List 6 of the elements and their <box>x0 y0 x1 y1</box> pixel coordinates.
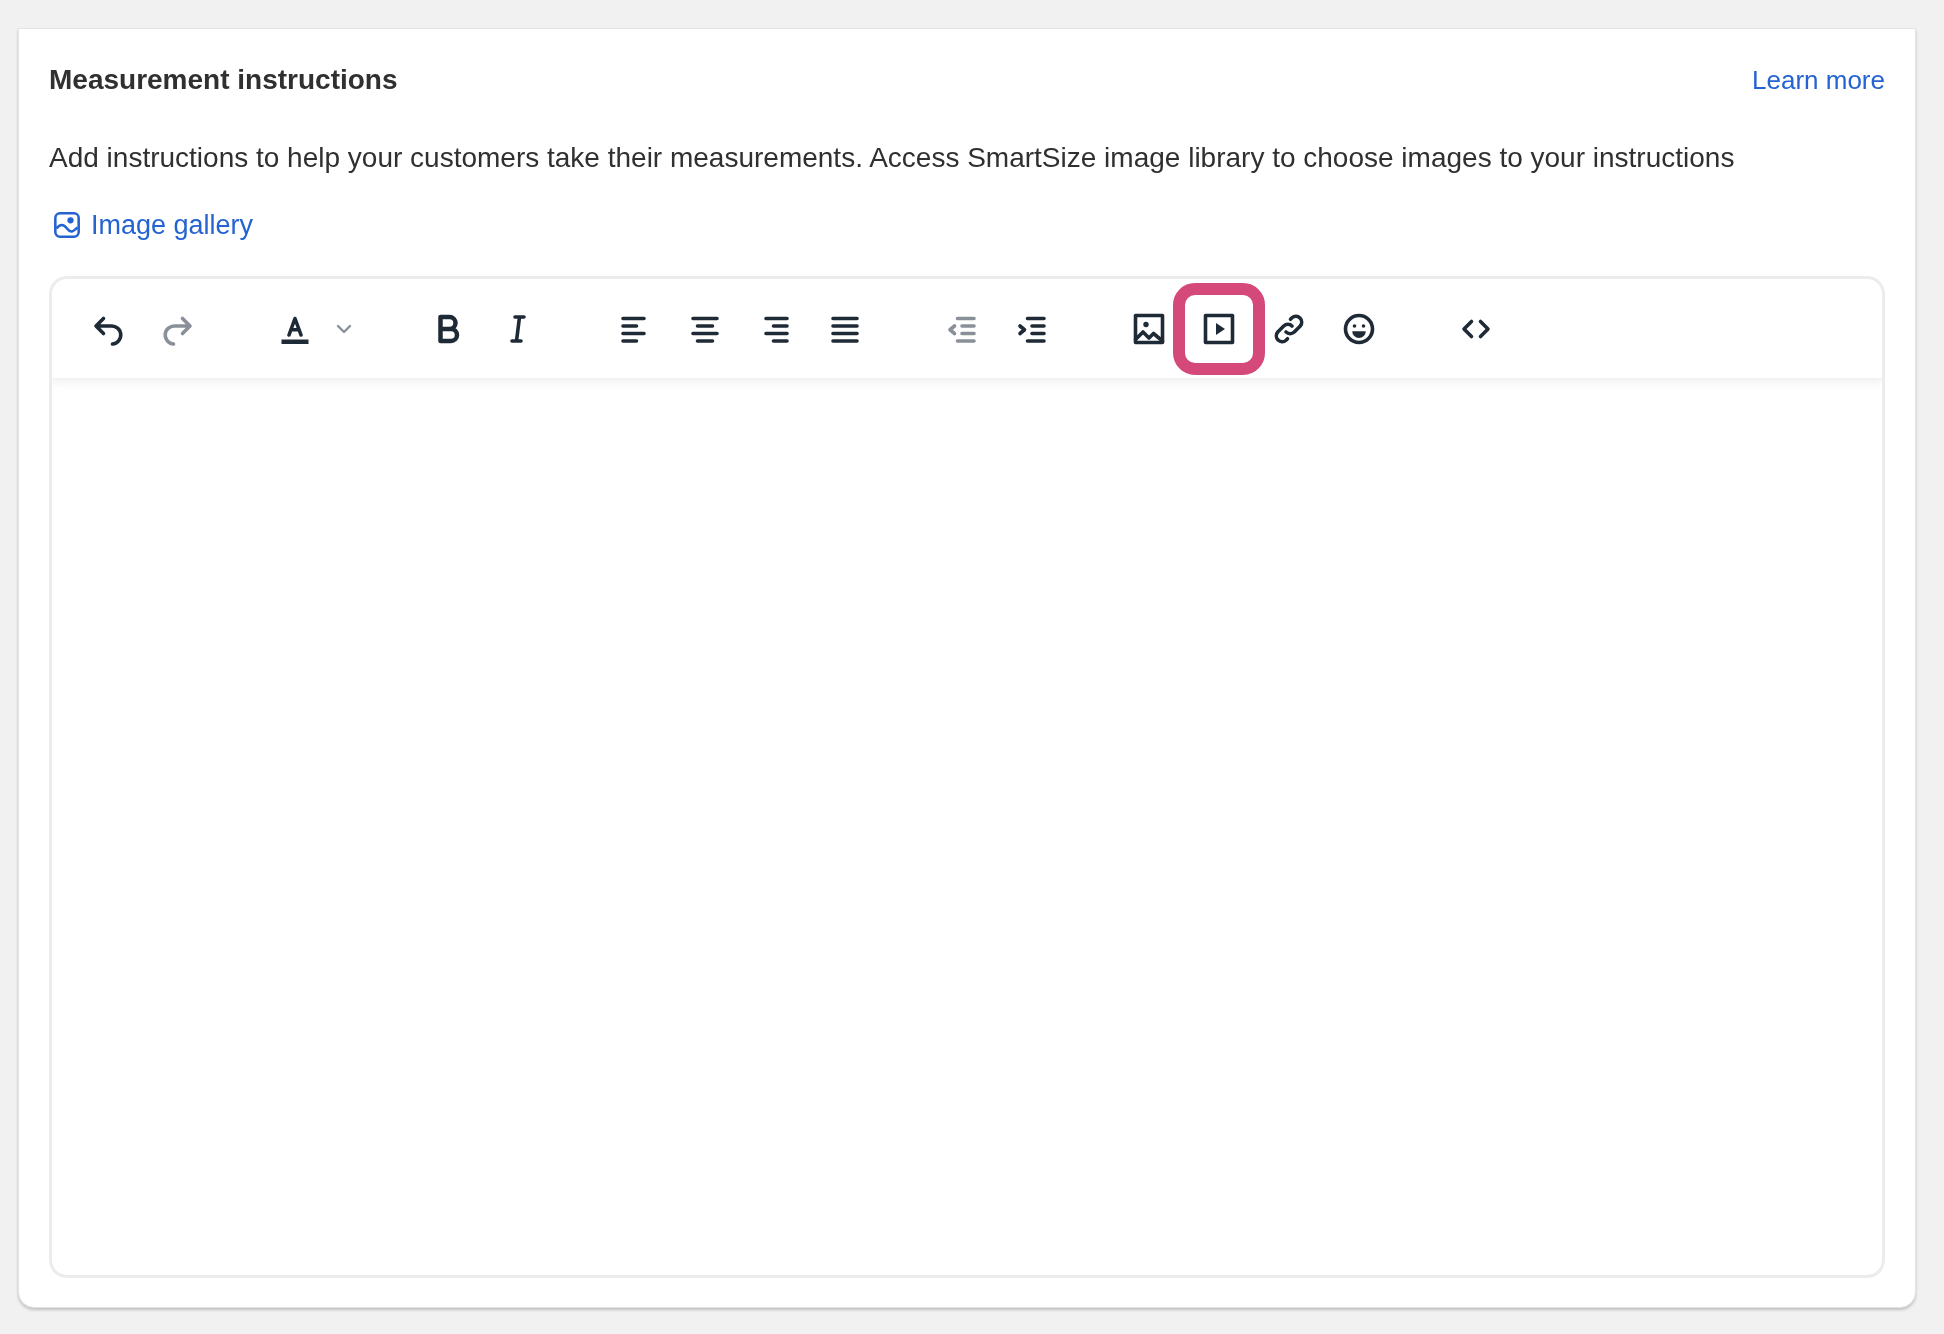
description: Add instructions to help your customers take their measurements. Access SmartSize image library to choose images to your instructions <box>49 141 1736 175</box>
play-button[interactable] <box>1173 282 1265 375</box>
image-icon <box>53 211 81 240</box>
card-title: Measurement instructions <box>49 63 398 97</box>
learn-more-link[interactable]: Learn more <box>1752 60 1885 100</box>
image-gallery-link[interactable]: Image gallery <box>53 205 254 246</box>
